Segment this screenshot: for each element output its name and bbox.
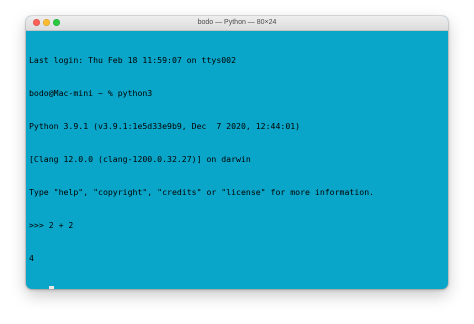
window-title: bodo — Python — 80×24 [197, 19, 277, 26]
python-prompt: >>> [29, 286, 49, 289]
title-bar[interactable]: bodo — Python — 80×24 [26, 16, 448, 31]
terminal-line-input: >>> 2 + 2 [29, 220, 74, 230]
terminal-line-last-login: Last login: Thu Feb 18 11:59:07 on ttys0… [29, 55, 237, 65]
terminal-prompt-line[interactable]: >>> [29, 286, 448, 289]
terminal-line-output: 4 [29, 253, 34, 263]
terminal-line-shell-command: bodo@Mac-mini ~ % python3 [29, 88, 153, 98]
terminal-content[interactable]: Last login: Thu Feb 18 11:59:07 on ttys0… [26, 31, 448, 289]
terminal-window: bodo — Python — 80×24 Last login: Thu Fe… [26, 16, 448, 289]
terminal-line-compiler-info: [Clang 12.0.0 (clang-1200.0.32.27)] on d… [29, 154, 251, 164]
terminal-line-python-version: Python 3.9.1 (v3.9.1:1e5d33e9b9, Dec 7 2… [29, 121, 301, 131]
text-cursor [48, 286, 54, 289]
terminal-line-help-hint: Type "help", "copyright", "credits" or "… [29, 187, 375, 197]
